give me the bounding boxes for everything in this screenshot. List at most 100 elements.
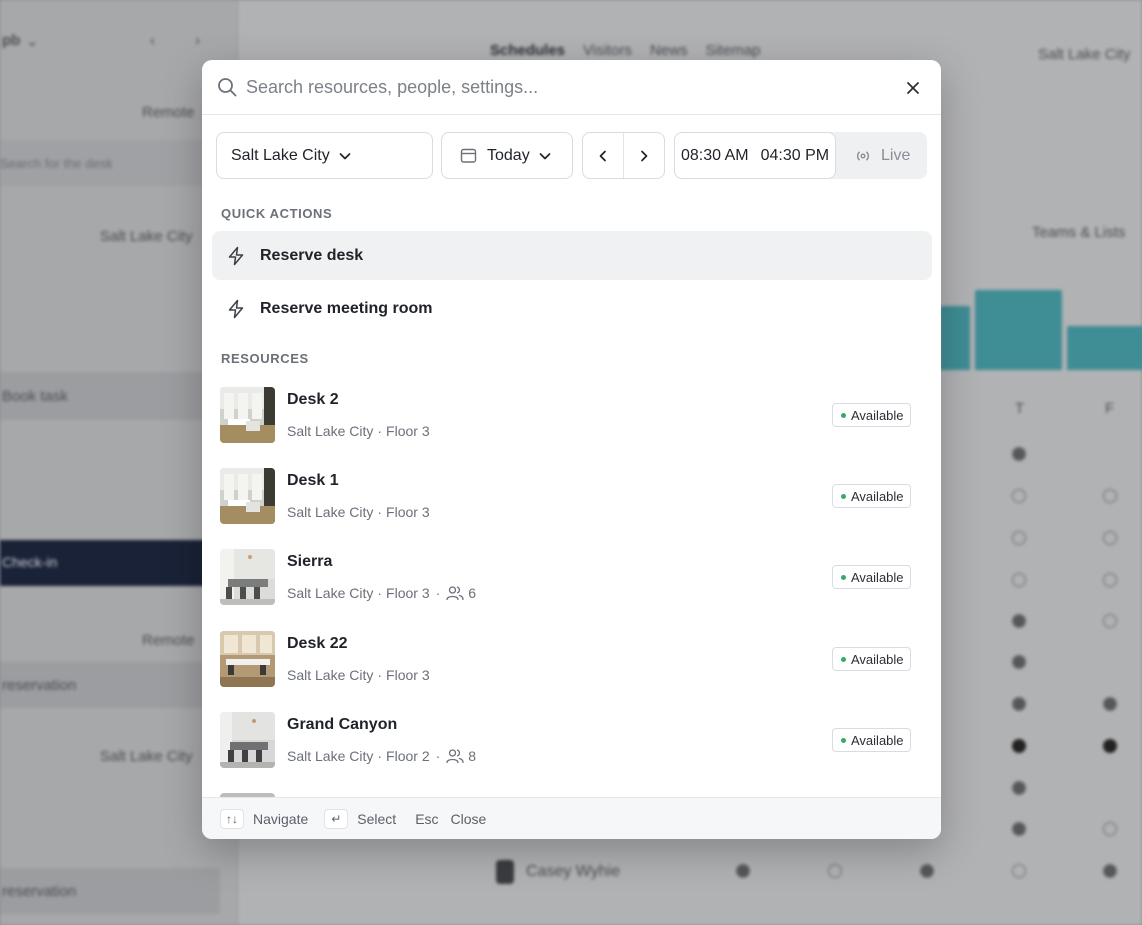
chevron-left-icon	[599, 150, 606, 161]
status-badge: Available	[832, 647, 911, 671]
live-toggle[interactable]: Live	[854, 132, 910, 179]
status-badge: Available	[832, 403, 911, 427]
lightning-icon	[228, 246, 244, 265]
reserve-desk-action[interactable]: Reserve desk	[212, 231, 932, 280]
search-icon	[218, 78, 237, 97]
people-icon	[446, 586, 464, 601]
date-value: Today	[487, 146, 530, 164]
resource-city: Salt Lake City	[287, 667, 374, 683]
bg-checkin: Check-in	[0, 540, 222, 586]
resource-meta: Salt Lake City · Floor 3	[287, 423, 430, 439]
bg-remote-label: Remote	[142, 104, 195, 121]
bg-status-icon	[1103, 864, 1117, 878]
broadcast-icon	[857, 151, 869, 160]
resource-item[interactable]: Desk 22 Salt Lake City · Floor 3 Availab…	[220, 631, 918, 687]
bg-tab: News	[649, 42, 688, 59]
status-label: Available	[851, 569, 904, 585]
resource-floor: Floor 3	[386, 667, 430, 683]
resource-item[interactable]: Desk 1 Salt Lake City · Floor 3 Availabl…	[220, 468, 918, 524]
chevron-right-icon	[640, 150, 648, 161]
resource-thumbnail	[220, 468, 275, 524]
action-label: Reserve meeting room	[260, 299, 433, 317]
bg-status-icon	[1012, 781, 1026, 795]
bg-header-right: Salt Lake City	[1038, 46, 1131, 63]
people-icon	[446, 749, 464, 764]
resource-floor: Floor 3	[386, 423, 430, 439]
bg-band-label: Book task	[2, 388, 68, 405]
time-range-picker[interactable]: 08:30 AM 04:30 PM	[674, 132, 836, 179]
bg-status-icon	[1103, 739, 1117, 753]
bg-prev-icon: ‹	[150, 32, 155, 49]
resource-floor: Floor 3	[386, 585, 430, 601]
bg-tab: Sitemap	[705, 42, 761, 59]
bg-location-1: Salt Lake City	[100, 228, 193, 245]
resource-city: Salt Lake City	[287, 585, 374, 601]
bg-status-icon	[1012, 489, 1026, 503]
bg-teams-label: Teams & Lists	[1032, 224, 1126, 241]
resource-name: Sierra	[287, 553, 333, 570]
resource-thumbnail	[220, 712, 275, 768]
start-time[interactable]: 08:30 AM	[681, 147, 749, 165]
navigate-hint: ↑↓ Navigate	[220, 808, 309, 829]
separator-dot: ·	[377, 667, 383, 683]
bg-col-label: F	[1105, 400, 1115, 417]
status-badge: Available	[832, 484, 911, 508]
bg-status-icon	[1012, 614, 1026, 628]
bg-status-icon	[1012, 739, 1026, 753]
separator-dot: ·	[377, 585, 383, 601]
bg-sidebar-header: pb	[2, 32, 21, 49]
separator-dot: ·	[435, 748, 441, 764]
resource-floor: Floor 2	[386, 748, 430, 764]
calendar-icon	[460, 148, 477, 163]
time-range: 08:30 AM 04:30 PM Live	[674, 132, 927, 179]
bg-reservation-2: reservation	[2, 883, 77, 900]
bg-status-icon	[736, 864, 750, 878]
search-input[interactable]	[246, 73, 866, 101]
keyboard-hints: ↑↓ Navigate ↵ Select Esc Close	[202, 797, 941, 839]
bg-status-icon	[828, 864, 842, 878]
status-dot-icon	[841, 656, 846, 662]
resources-heading: RESOURCES	[221, 351, 309, 366]
location-value: Salt Lake City	[231, 146, 330, 164]
separator-dot: ·	[435, 585, 441, 601]
resource-meta: Salt Lake City · Floor 3	[287, 667, 430, 683]
navigate-label: Navigate	[253, 810, 309, 827]
resource-city: Salt Lake City	[287, 748, 374, 764]
reserve-meeting-room-action[interactable]: Reserve meeting room	[212, 284, 932, 333]
filter-row: Salt Lake City Today 08:30 AM 04:30 PM L…	[216, 132, 928, 179]
resource-capacity: 6	[468, 585, 477, 601]
location-dropdown[interactable]: Salt Lake City	[216, 132, 433, 179]
close-label: Close	[450, 810, 487, 827]
end-time[interactable]: 04:30 PM	[761, 147, 829, 165]
resource-name: Desk 2	[287, 391, 339, 408]
bg-tabs: Schedules Visitors News Sitemap	[490, 42, 760, 59]
date-dropdown[interactable]: Today	[441, 132, 573, 179]
resource-item[interactable]: Sierra Salt Lake City · Floor 3 · 6 Avai…	[220, 549, 918, 605]
bg-status-icon	[1012, 655, 1026, 669]
esc-key: Esc	[415, 810, 439, 827]
close-icon[interactable]	[902, 77, 924, 99]
status-badge: Available	[832, 728, 911, 752]
bg-status-icon	[1012, 697, 1026, 711]
bg-status-icon	[1103, 489, 1117, 503]
resource-item[interactable]: Desk 2 Salt Lake City · Floor 3 Availabl…	[220, 387, 918, 443]
bg-status-icon	[1103, 573, 1117, 587]
bg-status-icon	[1012, 447, 1026, 461]
bg-bar	[940, 306, 970, 370]
next-day-button[interactable]	[624, 133, 665, 178]
resource-thumbnail	[220, 387, 275, 443]
resource-name: Grand Canyon	[287, 716, 398, 733]
resource-item[interactable]: Grand Canyon Salt Lake City · Floor 2 · …	[220, 712, 918, 768]
resource-name: Desk 1	[287, 472, 339, 489]
bg-status-icon	[1012, 864, 1026, 878]
action-label: Reserve desk	[260, 246, 364, 264]
status-badge: Available	[832, 565, 911, 589]
bg-tab: Visitors	[583, 42, 632, 59]
arrows-key-icon: ↑↓	[220, 808, 244, 829]
status-dot-icon	[841, 737, 846, 743]
select-hint: ↵ Select	[324, 808, 396, 829]
prev-day-button[interactable]	[583, 133, 624, 178]
status-dot-icon	[841, 574, 846, 580]
separator-dot: ·	[377, 504, 383, 520]
bg-search-field: Search for the desk	[0, 140, 222, 186]
